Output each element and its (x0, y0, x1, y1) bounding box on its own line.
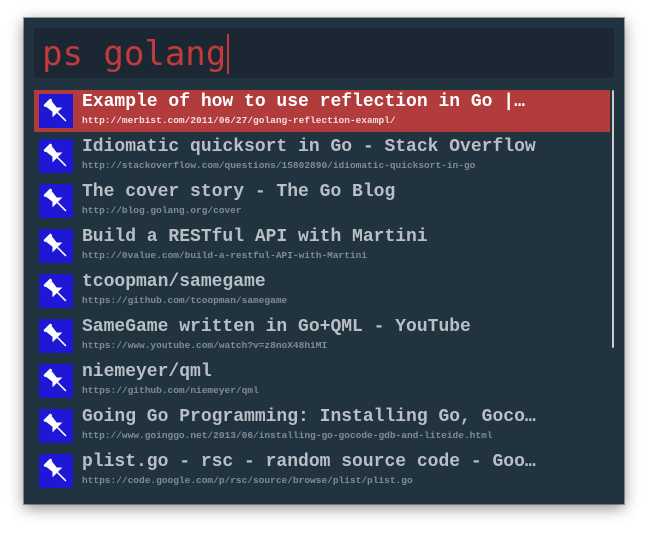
result-title: Going Go Programming: Installing Go, Goc… (82, 407, 536, 427)
result-title: The cover story - The Go Blog (82, 182, 396, 202)
result-item[interactable]: tcoopman/samegame https://github.com/tco… (34, 270, 610, 312)
pin-icon (39, 274, 73, 308)
search-query: ps golang (42, 34, 227, 74)
result-item[interactable]: Going Go Programming: Installing Go, Goc… (34, 405, 610, 447)
result-url: https://github.com/niemeyer/qml (82, 385, 259, 396)
result-item[interactable]: Idiomatic quicksort in Go - Stack Overfl… (34, 135, 610, 177)
result-item[interactable]: niemeyer/qml https://github.com/niemeyer… (34, 360, 610, 402)
pin-icon (39, 184, 73, 218)
result-item[interactable]: plist.go - rsc - random source code - Go… (34, 450, 610, 492)
result-title: Example of how to use reflection in Go |… (82, 92, 525, 112)
result-item[interactable]: The cover story - The Go Blog http://blo… (34, 180, 610, 222)
result-title: Idiomatic quicksort in Go - Stack Overfl… (82, 137, 536, 157)
result-item[interactable]: Build a RESTful API with Martini http://… (34, 225, 610, 267)
pin-icon (39, 319, 73, 353)
results-scrollbar[interactable] (612, 90, 614, 348)
result-url: http://www.goinggo.net/2013/06/installin… (82, 430, 493, 441)
pin-icon (39, 364, 73, 398)
result-url: http://stackoverflow.com/questions/15802… (82, 160, 476, 171)
search-bar[interactable]: ps golang (34, 28, 614, 78)
result-title: niemeyer/qml (82, 362, 212, 382)
result-item[interactable]: SameGame written in Go+QML - YouTube htt… (34, 315, 610, 357)
launcher-window: ps golang Example of how to use reflecti… (24, 18, 624, 504)
result-url: https://www.youtube.com/watch?v=z8noX48h… (82, 340, 328, 351)
search-input[interactable]: ps golang (42, 34, 230, 74)
pin-icon (39, 229, 73, 263)
result-title: tcoopman/samegame (82, 272, 266, 292)
result-url: http://blog.golang.org/cover (82, 205, 242, 216)
text-caret (227, 34, 230, 74)
pin-icon (39, 139, 73, 173)
result-title: Build a RESTful API with Martini (82, 227, 428, 247)
pin-icon (39, 454, 73, 488)
result-item-selected[interactable]: Example of how to use reflection in Go |… (34, 90, 610, 132)
result-url: http://0value.com/build-a-restful-API-wi… (82, 250, 368, 261)
pin-icon (39, 94, 73, 128)
result-url: https://code.google.com/p/rsc/source/bro… (82, 475, 413, 486)
result-title: SameGame written in Go+QML - YouTube (82, 317, 471, 337)
result-title: plist.go - rsc - random source code - Go… (82, 452, 536, 472)
results-list: Example of how to use reflection in Go |… (34, 90, 610, 496)
result-url: https://github.com/tcoopman/samegame (82, 295, 288, 306)
result-url: http://merbist.com/2011/06/27/golang-ref… (82, 115, 396, 126)
pin-icon (39, 409, 73, 443)
